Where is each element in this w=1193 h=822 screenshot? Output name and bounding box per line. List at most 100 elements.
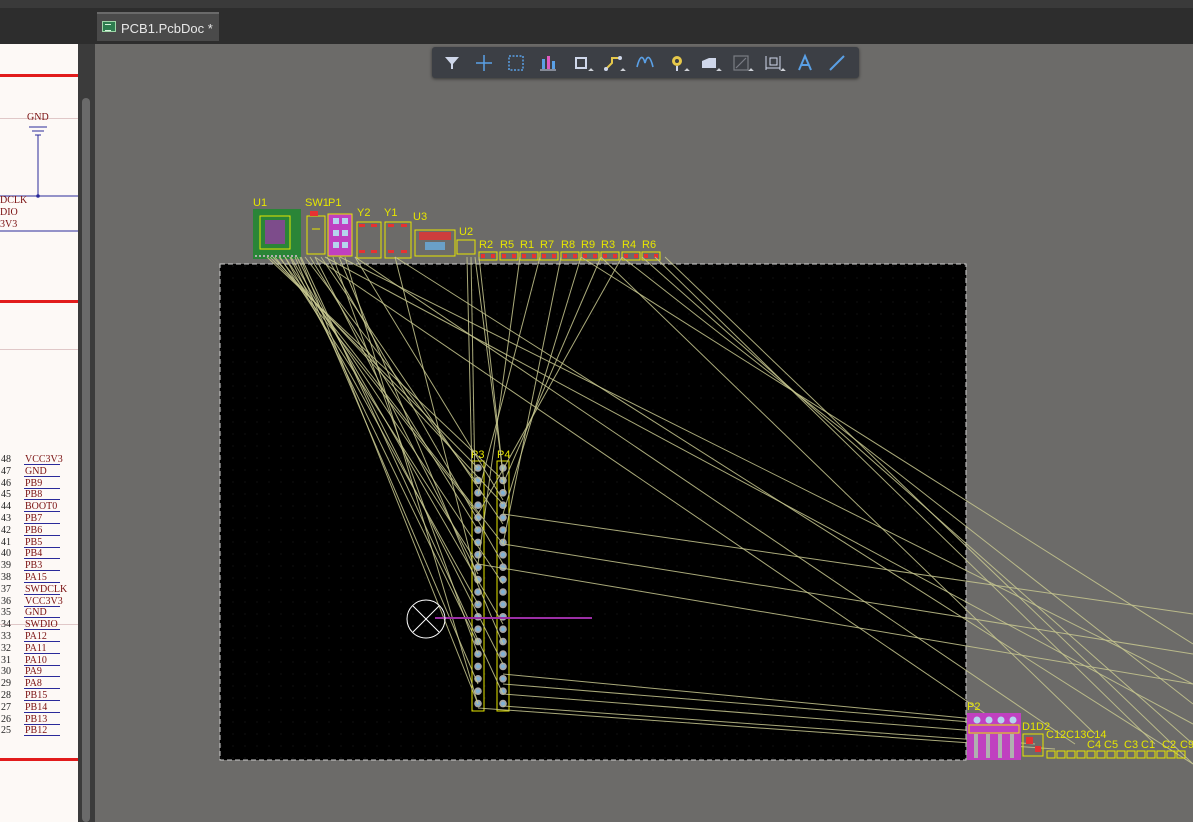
schematic-pin-row: 44 BOOT0 [0, 501, 78, 513]
d1d2-footprint[interactable] [1022, 733, 1044, 757]
schematic-pin-row: 35 GND [0, 607, 78, 619]
schematic-pin-row: 25 PB12 [0, 725, 78, 737]
capacitor-pad[interactable] [1136, 750, 1146, 759]
p1-designator: P1 [328, 197, 341, 209]
keepout-tool-button[interactable] [729, 51, 754, 74]
sheet-border-line [0, 300, 78, 303]
text-tool-button[interactable] [793, 51, 817, 74]
pcb-drawing[interactable]: U1 SW1 P1 Y2 Y1 U3 U2 R2 R5 R1 R7 R8 R9 … [95, 44, 1193, 822]
capacitor-pad[interactable] [1156, 750, 1166, 759]
schematic-pin-row: 28 PB15 [0, 690, 78, 701]
schematic-pin-row: 33 PA12 [0, 631, 78, 642]
net-label: 3V3 [0, 219, 18, 230]
p2-footprint[interactable] [967, 713, 1021, 760]
tab-label: PCB1.PcbDoc * [121, 21, 213, 36]
schematic-pin-row: 38 PA15 [0, 572, 78, 583]
resistor-designator: R2 [479, 239, 493, 251]
capacitor-pad[interactable] [1056, 750, 1066, 759]
schematic-pin-row: 34 SWDIO [0, 619, 78, 631]
scrollbar-thumb[interactable] [82, 98, 90, 822]
pcb-canvas[interactable]: U1 SW1 P1 Y2 Y1 U3 U2 R2 R5 R1 R7 R8 R9 … [95, 44, 1193, 822]
pin-number: 45 [1, 489, 11, 501]
resistor-designator: R6 [642, 239, 656, 251]
capacitor-pad[interactable] [1096, 750, 1106, 759]
filter-tool-button[interactable] [440, 51, 464, 74]
pin-number: 43 [1, 513, 11, 524]
polygon-tool-button[interactable] [697, 51, 722, 74]
capacitor-pad[interactable] [1076, 750, 1086, 759]
y2-footprint[interactable] [356, 221, 382, 259]
pin-number: 40 [1, 548, 11, 560]
y1-designator: Y1 [384, 207, 397, 219]
u1-footprint[interactable] [253, 209, 301, 259]
schematic-pin-row: 39 PB3 [0, 560, 78, 572]
vertical-scrollbar[interactable] [78, 44, 95, 822]
pin-number: 39 [1, 560, 11, 572]
align-tool-button[interactable] [536, 51, 560, 74]
crosshair-tool-button[interactable] [472, 51, 496, 74]
capacitor-pad[interactable] [1146, 750, 1156, 759]
pin-number: 32 [1, 642, 11, 654]
resistor-designator: R1 [520, 239, 534, 251]
pin-number: 47 [1, 465, 11, 477]
capacitor-pad[interactable] [1086, 750, 1096, 759]
schematic-pin-row: 47 GND [0, 466, 78, 477]
pcb-document-icon [102, 21, 116, 32]
p2-designator: P2 [967, 701, 980, 713]
diff-pair-tool-button[interactable] [633, 51, 657, 74]
crosshair-icon [476, 55, 492, 71]
schematic-pin-row: 32 PA11 [0, 643, 78, 654]
capacitor-pad[interactable] [1106, 750, 1116, 759]
component-tool-button[interactable] [569, 51, 594, 74]
pin-number: 34 [1, 619, 11, 631]
capacitor-designator: C5 [1104, 739, 1118, 751]
select-rect-tool-button[interactable] [504, 51, 528, 74]
u3-footprint[interactable] [414, 229, 456, 257]
active-bar-toolbar [432, 47, 859, 78]
pin-number: 27 [1, 701, 11, 713]
resistor-footprint[interactable] [499, 251, 519, 261]
resistor-designator: R3 [601, 239, 615, 251]
capacitor-pad[interactable] [1126, 750, 1136, 759]
schematic-pin-row: 31 PA10 [0, 655, 78, 666]
schematic-pin-row: 45 PB8 [0, 489, 78, 501]
resistor-footprint[interactable] [600, 251, 620, 261]
capacitor-pad[interactable] [1116, 750, 1126, 759]
schematic-pin-row: 41 PB5 [0, 537, 78, 548]
select-rect-icon [508, 55, 524, 71]
y2-designator: Y2 [357, 207, 370, 219]
diff-pair-icon [636, 56, 654, 68]
schematic-pin-row: 27 PB14 [0, 702, 78, 713]
sheet-border-line [0, 74, 78, 77]
schematic-pin-row: 29 PA8 [0, 678, 78, 690]
capacitor-pad[interactable] [1046, 750, 1056, 759]
net-label: DIO [0, 207, 18, 218]
u2-footprint[interactable] [456, 239, 476, 255]
sw1-footprint[interactable] [306, 211, 326, 255]
pin-number: 48 [1, 454, 11, 465]
p1-footprint[interactable] [327, 213, 353, 257]
line-tool-button[interactable] [825, 51, 849, 74]
sheet-border-line [0, 758, 78, 761]
pin-number: 46 [1, 477, 11, 489]
via-tool-button[interactable] [665, 51, 690, 74]
schematic-pin-row: 26 PB13 [0, 714, 78, 725]
dimension-tool-button[interactable] [761, 51, 786, 74]
route-tool-button[interactable] [601, 51, 626, 74]
resistor-footprint[interactable] [539, 251, 559, 261]
filter-icon [445, 57, 459, 69]
y1-footprint[interactable] [384, 221, 412, 259]
resistor-footprint[interactable] [478, 251, 498, 261]
schematic-view[interactable]: GND DCLK DIO 3V3 48 VCC3V3 47 GND 46 PB9 45 PB8… [0, 44, 78, 822]
schematic-pin-row: 37 SWDCLK [0, 584, 78, 595]
schematic-pin-row: 43 PB7 [0, 513, 78, 524]
resistor-footprint[interactable] [560, 251, 580, 261]
capacitor-pad[interactable] [1066, 750, 1076, 759]
pin-number: 41 [1, 536, 11, 548]
schematic-pin-row: 48 VCC3V3 [0, 454, 78, 465]
pin-number: 28 [1, 690, 11, 701]
resistor-footprint[interactable] [519, 251, 539, 261]
resistor-designator: R8 [561, 239, 575, 251]
tab-pcb1-pcbdoc[interactable]: PCB1.PcbDoc * [97, 12, 219, 41]
pin-number: 35 [1, 607, 11, 619]
